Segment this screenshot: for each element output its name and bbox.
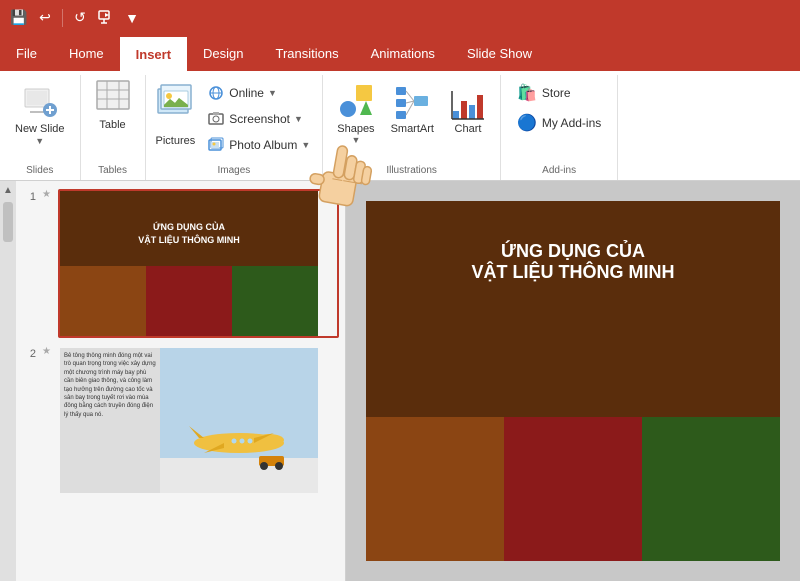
slide-star-1: ★ [42, 189, 52, 200]
pictures-icon [156, 83, 194, 135]
shapes-button[interactable]: Shapes ▼ [331, 79, 380, 149]
dropdown-button[interactable]: ▼ [121, 7, 143, 29]
shapes-dropdown: ▼ [351, 135, 360, 145]
slide-thumb-2: Bê tông thông minh đóng một vai trò quan… [58, 346, 339, 495]
table-button[interactable]: Table [87, 79, 139, 135]
slide-item-2[interactable]: 2 ★ Bê tông thông minh đóng một vai trò … [20, 342, 341, 499]
menu-animations[interactable]: Animations [355, 35, 451, 71]
online-button[interactable]: Online ▼ [201, 81, 316, 105]
table-icon [95, 83, 131, 119]
grid-col1 [366, 417, 504, 561]
undo-button[interactable]: ↩ [34, 7, 56, 29]
photo-album-icon [207, 136, 225, 154]
slides-group-label: Slides [0, 165, 80, 176]
my-addins-label: My Add-ins [542, 116, 601, 130]
main-slide-canvas: ỨNG DỤNG CỦA VẬT LIỆU THÔNG MINH [366, 201, 780, 561]
title-bar: 💾 ↩ ↺ ▼ [0, 0, 800, 35]
separator [62, 9, 63, 27]
new-slide-label: New Slide [15, 122, 65, 136]
my-addins-button[interactable]: 🔵 My Add-ins [509, 109, 609, 137]
menu-file[interactable]: File [0, 35, 53, 71]
menu-home[interactable]: Home [53, 35, 120, 71]
pictures-label: Pictures [156, 135, 196, 147]
slide-number-2: 2 [22, 346, 36, 360]
chart-button[interactable]: Chart [444, 79, 492, 139]
menu-insert[interactable]: Insert [120, 35, 187, 71]
ribbon: New Slide ▼ Slides Table [0, 71, 800, 181]
screenshot-label: Screenshot [229, 112, 290, 126]
slide1-grid [60, 266, 318, 336]
photo-album-label: Photo Album [229, 138, 297, 152]
vertical-scrollbar[interactable]: ▲ [0, 181, 16, 581]
store-label: Store [542, 86, 571, 100]
online-label: Online [229, 86, 264, 100]
addins-group-label: Add-ins [501, 165, 617, 176]
my-addins-icon: 🔵 [517, 113, 537, 133]
store-button[interactable]: 🛍️ Store [509, 79, 609, 107]
chart-label: Chart [455, 123, 482, 135]
photo-album-dropdown: ▼ [301, 140, 310, 150]
ribbon-group-images: Pictures Online ▼ [146, 75, 324, 180]
screenshot-button[interactable]: Screenshot ▼ [201, 107, 316, 131]
screenshot-icon [207, 110, 225, 128]
ribbon-group-addins: 🛍️ Store 🔵 My Add-ins Add-ins [501, 75, 618, 180]
present-button[interactable] [95, 7, 117, 29]
main-slide-view: ỨNG DỤNG CỦA VẬT LIỆU THÔNG MINH [346, 181, 800, 581]
ribbon-group-tables: Table Tables [81, 75, 146, 180]
smartart-label: SmartArt [391, 123, 434, 135]
images-small-buttons: Online ▼ Screenshot ▼ [201, 79, 316, 157]
smartart-button[interactable]: SmartArt [385, 79, 440, 139]
shapes-icon [338, 83, 374, 123]
screenshot-dropdown: ▼ [294, 114, 303, 124]
smartart-icon [394, 83, 430, 123]
store-icon: 🛍️ [517, 83, 537, 103]
grid-col3 [642, 417, 780, 561]
slide1-title: ỨNG DỤNG CỦA VẬT LIỆU THÔNG MINH [60, 221, 318, 246]
images-group-label: Images [146, 165, 323, 176]
tables-group-label: Tables [81, 165, 145, 176]
menu-slideshow[interactable]: Slide Show [451, 35, 548, 71]
menu-transitions[interactable]: Transitions [260, 35, 355, 71]
save-button[interactable]: 💾 [8, 7, 30, 29]
slide-item-1[interactable]: 1 ★ ỨNG DỤNG CỦA VẬT LIỆU THÔNG MINH [20, 185, 341, 342]
addins-buttons: 🛍️ Store 🔵 My Add-ins [509, 79, 609, 137]
slide-star-2: ★ [42, 346, 52, 357]
main-slide-grid [366, 417, 780, 561]
new-slide-button[interactable]: New Slide ▼ [6, 79, 74, 151]
quick-access-toolbar: 💾 ↩ ↺ ▼ [8, 7, 143, 29]
shapes-label: Shapes [337, 123, 374, 135]
main-slide-title: ỨNG DỤNG CỦA VẬT LIỆU THÔNG MINH [366, 241, 780, 283]
scroll-thumb[interactable] [3, 202, 13, 242]
scroll-up-button[interactable]: ▲ [1, 183, 15, 198]
new-slide-dropdown: ▼ [35, 136, 44, 146]
ribbon-group-illustrations: Shapes ▼ SmartArt [323, 75, 501, 180]
illustrations-group-label: Illustrations [323, 165, 500, 176]
online-dropdown: ▼ [268, 88, 277, 98]
photo-album-button[interactable]: Photo Album ▼ [201, 133, 316, 157]
slide2-image [160, 348, 318, 493]
slide-number-1: 1 [22, 189, 36, 203]
redo-button[interactable]: ↺ [69, 7, 91, 29]
main-area: ▲ 1 ★ ỨNG DỤNG CỦA VẬT LIỆU THÔNG MINH [0, 181, 800, 581]
grid-col2 [504, 417, 642, 561]
menu-bar: File Home Insert Design Transitions Anim… [0, 35, 800, 71]
slide2-text: Bê tông thông minh đóng một vai trò quan… [60, 348, 160, 493]
chart-icon [450, 83, 486, 123]
slide-panel: 1 ★ ỨNG DỤNG CỦA VẬT LIỆU THÔNG MINH [16, 181, 346, 581]
ribbon-group-slides: New Slide ▼ Slides [0, 75, 81, 180]
slide-thumb-1: ỨNG DỤNG CỦA VẬT LIỆU THÔNG MINH [58, 189, 339, 338]
menu-design[interactable]: Design [187, 35, 259, 71]
table-label: Table [99, 119, 125, 131]
online-icon [207, 84, 225, 102]
new-slide-icon [22, 84, 58, 120]
pictures-button[interactable]: Pictures [152, 79, 200, 151]
